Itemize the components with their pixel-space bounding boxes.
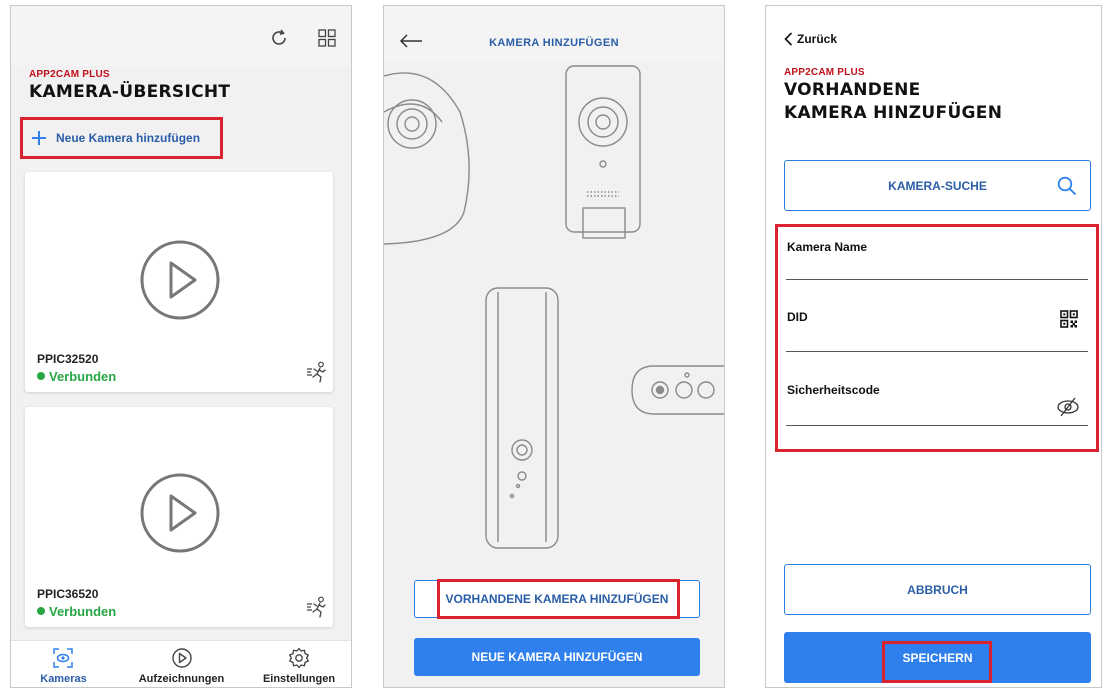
camera-name: PPIC32520: [37, 352, 99, 366]
brand-label: APP2CAM PLUS: [784, 67, 865, 78]
settings-gear-icon: [289, 647, 309, 669]
nav-item-kameras[interactable]: Kameras: [11, 641, 116, 687]
status-text: Verbunden: [49, 604, 117, 619]
highlight-box: [775, 224, 1099, 452]
top-bar: [11, 6, 351, 66]
status-text: Verbunden: [49, 369, 117, 384]
nav-label: Kameras: [40, 673, 87, 685]
cancel-button[interactable]: ABBRUCH: [784, 564, 1091, 615]
camera-status: Verbunden: [37, 369, 116, 384]
motion-detection-icon[interactable]: [306, 596, 328, 618]
add-new-camera-button[interactable]: NEUE KAMERA HINZUFÜGEN: [414, 638, 700, 676]
nav-item-einstellungen[interactable]: Einstellungen: [247, 641, 351, 687]
camera-search-label: KAMERA-SUCHE: [888, 178, 987, 193]
camera-icon: [53, 648, 73, 668]
search-icon: [1057, 176, 1077, 196]
camera-name: PPIC36520: [37, 587, 99, 601]
page-title: KAMERA-ÜBERSICHT: [29, 82, 231, 102]
camera-status: Verbunden: [37, 604, 116, 619]
play-icon[interactable]: [139, 472, 221, 554]
cancel-label: ABBRUCH: [907, 582, 968, 597]
grid-view-icon[interactable]: [318, 29, 336, 47]
refresh-icon[interactable]: [269, 28, 289, 48]
camera-card[interactable]: PPIC32520 Verbunden: [25, 172, 333, 392]
camera-search-button[interactable]: KAMERA-SUCHE: [784, 160, 1091, 211]
camera-card[interactable]: PPIC36520 Verbunden: [25, 407, 333, 627]
status-dot: [37, 607, 45, 615]
add-camera-screen: KAMERA HINZUFÜGEN VORHANDENE KAMERA HINZ…: [383, 5, 725, 688]
motion-detection-icon[interactable]: [306, 361, 328, 383]
nav-label: Aufzeichnungen: [138, 673, 225, 685]
add-new-camera-label: NEUE KAMERA HINZUFÜGEN: [471, 650, 643, 664]
bottom-nav: Kameras Aufzeichnungen Einstellungen: [11, 640, 351, 687]
nav-item-aufzeichnungen[interactable]: Aufzeichnungen: [119, 641, 244, 687]
highlight-box: [20, 117, 223, 159]
highlight-box: [437, 579, 680, 619]
camera-overview-screen: APP2CAM PLUS KAMERA-ÜBERSICHT Neue Kamer…: [10, 5, 352, 688]
camera-illustration: [384, 65, 724, 549]
page-title-line2: KAMERA HINZUFÜGEN: [784, 103, 1003, 123]
nav-label: Einstellungen: [262, 673, 336, 685]
status-dot: [37, 372, 45, 380]
chevron-left-icon: [784, 32, 793, 46]
highlight-box: [882, 641, 992, 683]
brand-label: APP2CAM PLUS: [29, 69, 110, 80]
header-title: KAMERA HINZUFÜGEN: [489, 37, 619, 49]
play-circle-icon: [172, 648, 192, 668]
add-existing-camera-screen: Zurück APP2CAM PLUS VORHANDENE KAMERA HI…: [765, 5, 1102, 688]
page-title-line1: VORHANDENE: [784, 80, 921, 100]
back-label: Zurück: [797, 32, 838, 46]
back-button[interactable]: Zurück: [784, 32, 837, 46]
play-icon[interactable]: [139, 239, 221, 321]
